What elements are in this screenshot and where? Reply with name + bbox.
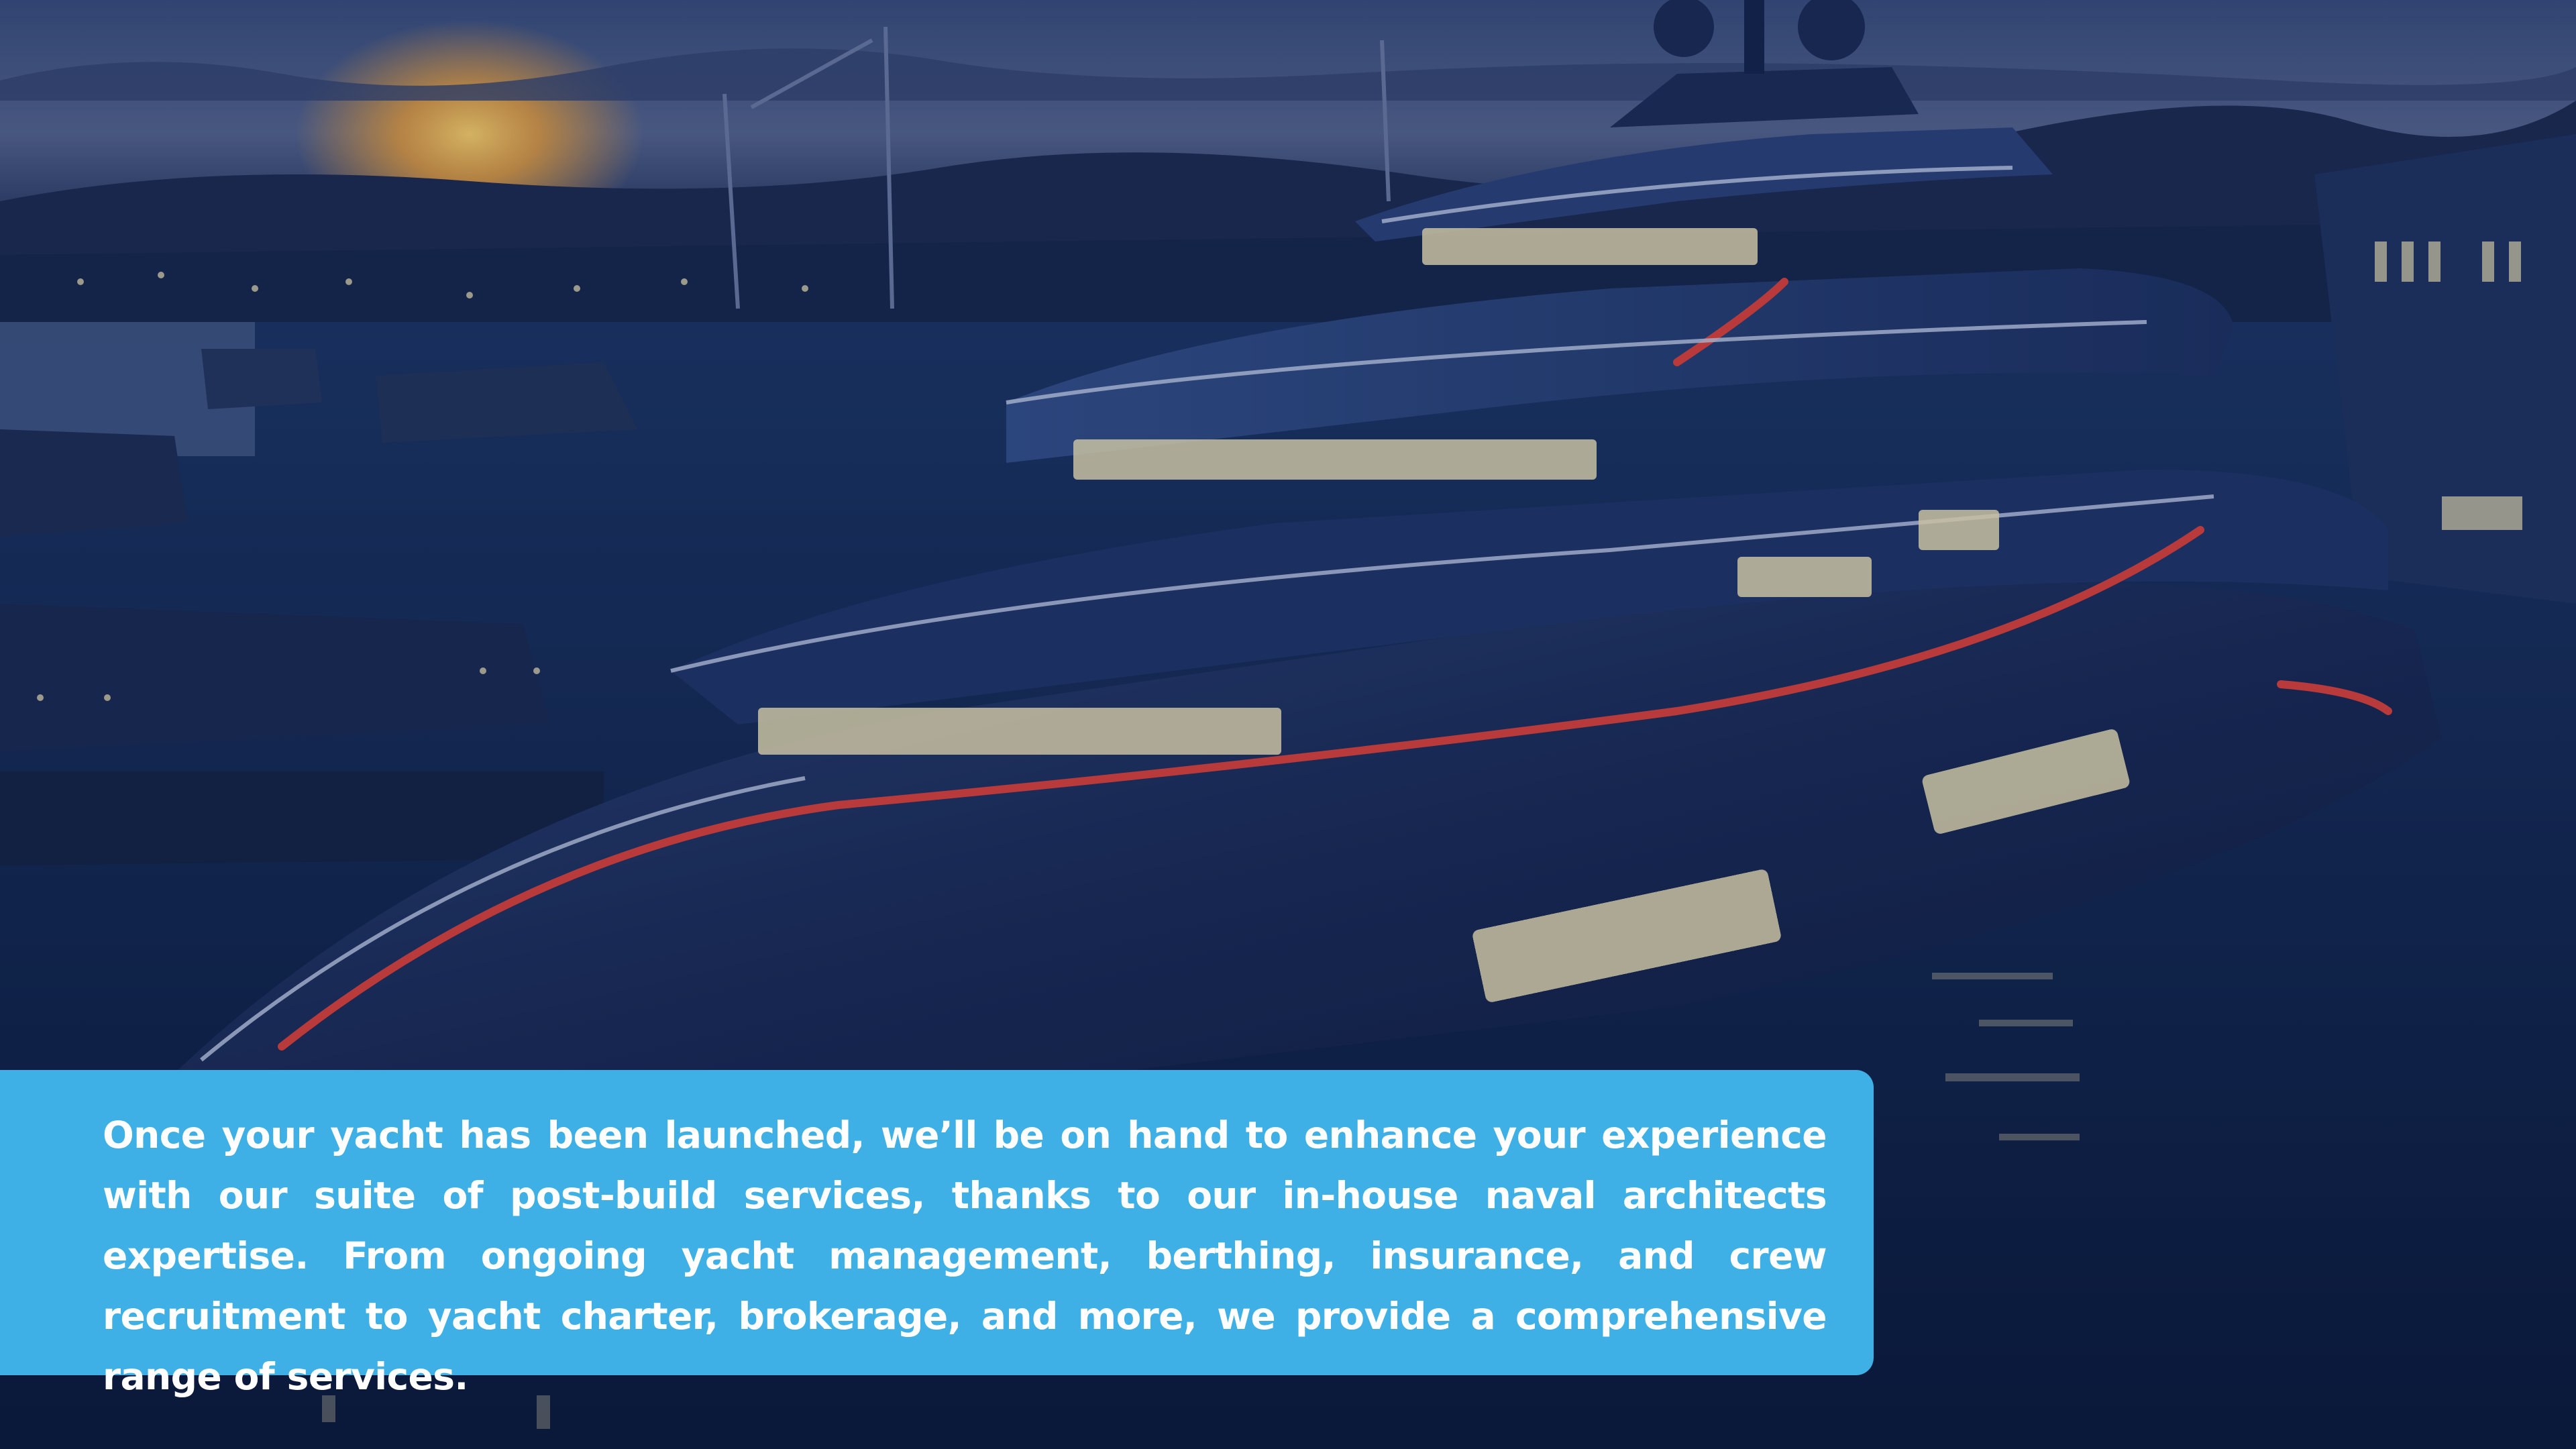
services-info-card: Once your yacht has been launched, we’ll…: [0, 1070, 1874, 1398]
hero-section: Once your yacht has been launched, we’ll…: [0, 0, 2576, 1449]
services-description: Once your yacht has been launched, we’ll…: [103, 1114, 1827, 1398]
